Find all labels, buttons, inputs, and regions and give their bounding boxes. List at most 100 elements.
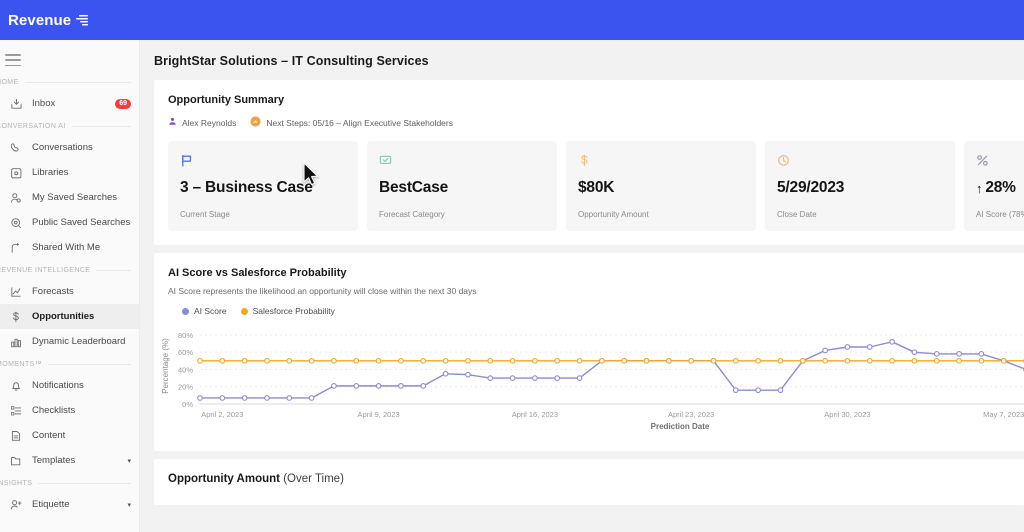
dollar-icon bbox=[9, 310, 23, 324]
chart-data-point bbox=[956, 351, 962, 357]
chart-data-point bbox=[844, 357, 851, 364]
chart-data-point bbox=[398, 357, 404, 364]
sidebar-item-my-saved-searches[interactable]: My Saved Searches bbox=[0, 185, 139, 210]
sidebar-section-label: HOME bbox=[0, 79, 19, 86]
chevron-down-icon[interactable]: ▾ bbox=[127, 457, 131, 465]
summary-tile-number: 28% bbox=[985, 179, 1016, 196]
summary-tile-opportunity-amount: $80K Opportunity Amount bbox=[566, 141, 756, 231]
summary-tile-value: BestCase bbox=[379, 179, 449, 196]
chart-plot-area[interactable]: 0% 20% 40% 60% 80% Percentage (%) April 2, 202… bbox=[154, 316, 1024, 437]
chart-data-point bbox=[576, 375, 583, 381]
opportunity-owner-name: Alex Reynolds bbox=[182, 117, 237, 128]
checklist-icon bbox=[9, 404, 23, 418]
chart-data-point bbox=[532, 375, 538, 381]
person-icon bbox=[168, 117, 177, 128]
inbox-icon bbox=[9, 97, 23, 111]
sidebar-item-label: Conversations bbox=[32, 142, 93, 153]
sidebar-item-content[interactable]: Content bbox=[0, 423, 139, 448]
chart-data-point bbox=[911, 349, 918, 356]
sidebar-item-opportunities[interactable]: Opportunities bbox=[0, 304, 139, 329]
bell-icon bbox=[9, 379, 23, 393]
chart-data-point bbox=[465, 371, 471, 378]
sidebar-item-shared-with-me[interactable]: Shared With Me bbox=[0, 235, 139, 260]
chart-data-point bbox=[331, 383, 337, 389]
sidebar-section-label: MOMENTS™ bbox=[0, 361, 42, 368]
sidebar-item-libraries[interactable]: Libraries bbox=[0, 160, 139, 185]
x-axis-tick-label: April 30, 2023 bbox=[824, 410, 870, 419]
chart-data-point bbox=[331, 357, 337, 364]
summary-tile-label: Current Stage bbox=[180, 210, 230, 220]
leaderboard-icon bbox=[9, 335, 23, 349]
chart-data-point bbox=[353, 357, 360, 364]
library-icon bbox=[9, 166, 23, 180]
sidebar-item-dynamic-leaderboard[interactable]: Dynamic Leaderboard bbox=[0, 329, 139, 354]
opportunity-summary-heading: Opportunity Summary bbox=[168, 94, 285, 106]
chart-data-point bbox=[286, 395, 293, 401]
chart-heading: AI Score vs Salesforce Probability bbox=[168, 267, 347, 279]
summary-tile-value: 5/29/2023 bbox=[777, 179, 845, 196]
summary-tile-label: AI Score (78%) / (50%) bbox=[976, 210, 1024, 220]
opportunity-amount-card: Opportunity Amount (Over Time) bbox=[154, 459, 1024, 505]
phone-icon bbox=[9, 141, 23, 155]
legend-color-swatch bbox=[240, 307, 248, 315]
summary-tile-label: Forecast Category bbox=[379, 210, 445, 220]
chart-data-point bbox=[755, 357, 761, 364]
app-shell: HOME Inbox 69 CONVERSATION AI Conversations L… bbox=[0, 40, 1024, 532]
sidebar-item-forecasts[interactable]: Forecasts bbox=[0, 279, 139, 304]
chart-data-point bbox=[933, 357, 940, 364]
app-logo[interactable]: Revenue bbox=[8, 12, 89, 29]
chart-data-point bbox=[799, 357, 806, 364]
opportunity-next-steps-text: Next Steps: 05/16 – Align Executive Stak… bbox=[266, 117, 453, 128]
sidebar-navigation: HOME Inbox 69 CONVERSATION AI Conversations L… bbox=[0, 40, 140, 532]
divider bbox=[96, 270, 131, 271]
chart-data-point bbox=[420, 383, 427, 389]
opportunity-meta-row: Alex Reynolds Next Steps: 05/16 – Align … bbox=[154, 106, 1024, 129]
x-axis-tick-label: April 23, 2023 bbox=[668, 410, 714, 419]
summary-tile-current-stage: 3 – Business Case Current Stage bbox=[168, 141, 358, 231]
chart-data-point bbox=[241, 395, 248, 401]
chart-data-point bbox=[777, 387, 784, 394]
chart-data-point bbox=[866, 357, 873, 364]
sidebar-section-header: MOMENTS™ bbox=[0, 354, 139, 373]
chart-subtitle: AI Score represents the likelihood an op… bbox=[168, 286, 477, 296]
sidebar-item-public-saved-searches[interactable]: Public Saved Searches bbox=[0, 210, 139, 235]
x-axis-label: Prediction Date bbox=[651, 422, 710, 431]
legend-label: AI Score bbox=[194, 306, 227, 316]
chart-data-point bbox=[889, 357, 895, 364]
hamburger-icon[interactable] bbox=[5, 54, 21, 66]
sidebar-item-etiquette[interactable]: Etiquette ▾ bbox=[0, 492, 139, 517]
legend-item-ai-score[interactable]: AI Score bbox=[182, 306, 227, 316]
chart-data-point bbox=[576, 357, 583, 364]
opportunity-summary-card: Opportunity Summary Alex Reynolds Next S… bbox=[154, 80, 1024, 245]
chart-data-point bbox=[219, 395, 226, 401]
opportunity-owner: Alex Reynolds bbox=[168, 117, 236, 128]
chart-data-point bbox=[241, 357, 248, 364]
share-icon bbox=[9, 241, 23, 255]
sidebar-item-inbox[interactable]: Inbox 69 bbox=[0, 91, 139, 116]
legend-item-salesforce-probability[interactable]: Salesforce Probability bbox=[240, 306, 335, 316]
chart-line-icon bbox=[9, 285, 23, 299]
sidebar-item-label: Templates bbox=[32, 455, 76, 466]
chart-data-point bbox=[509, 357, 516, 364]
sidebar-item-label: Libraries bbox=[32, 167, 69, 178]
divider bbox=[24, 82, 131, 83]
x-axis-tick-label: April 16, 2023 bbox=[512, 410, 558, 419]
chart-data-point bbox=[1000, 357, 1007, 364]
logo-text: Revenue bbox=[8, 11, 72, 29]
chart-data-point bbox=[420, 357, 427, 364]
sidebar-item-conversations[interactable]: Conversations bbox=[0, 135, 139, 160]
chart-data-point bbox=[777, 357, 784, 364]
chart-data-point bbox=[375, 383, 382, 389]
sidebar-item-templates[interactable]: Templates ▾ bbox=[0, 448, 139, 473]
chart-data-point bbox=[911, 357, 918, 364]
up-chevron-circle-icon bbox=[250, 116, 261, 129]
chart-data-point bbox=[732, 387, 739, 394]
sidebar-item-checklists[interactable]: Checklists bbox=[0, 398, 139, 423]
chart-data-point bbox=[688, 357, 695, 364]
chevron-down-icon[interactable]: ▾ bbox=[127, 501, 131, 509]
chart-data-point bbox=[487, 357, 494, 364]
chart-data-point bbox=[219, 357, 226, 364]
flag-icon bbox=[180, 151, 346, 169]
sidebar-item-notifications[interactable]: Notifications bbox=[0, 373, 139, 398]
chart-data-point bbox=[665, 357, 672, 364]
